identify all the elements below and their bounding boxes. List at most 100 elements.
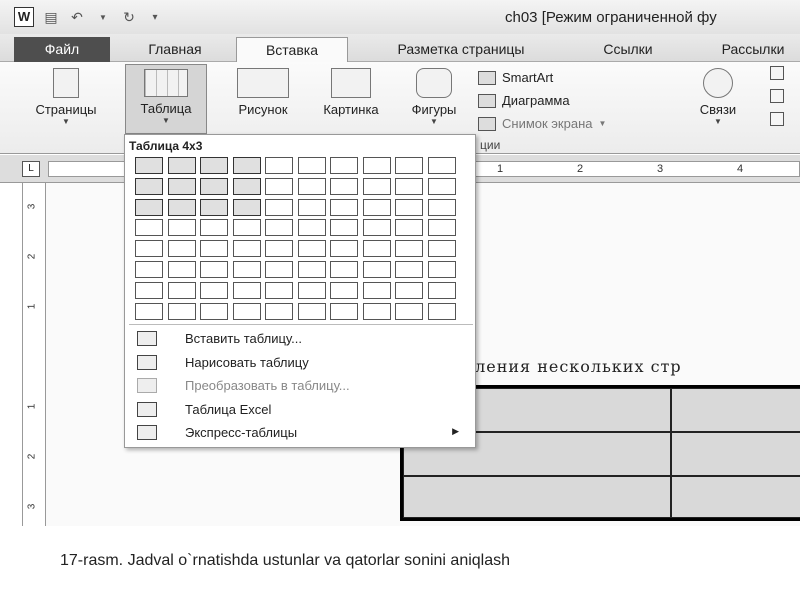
header-icon[interactable]	[770, 66, 784, 80]
tab-mailings[interactable]: Рассылки	[706, 37, 800, 62]
table-cell[interactable]	[671, 432, 800, 476]
grid-cell[interactable]	[232, 240, 261, 258]
grid-cell[interactable]	[135, 281, 163, 299]
grid-cell[interactable]	[265, 177, 293, 195]
grid-cell[interactable]	[395, 157, 423, 174]
grid-cell[interactable]	[330, 240, 358, 258]
grid-cell[interactable]	[362, 219, 391, 237]
grid-cell[interactable]	[200, 281, 228, 299]
grid-cell[interactable]	[265, 198, 293, 216]
grid-cell[interactable]	[265, 219, 293, 237]
customize-toolbar-icon[interactable]: ▾	[146, 8, 164, 26]
grid-cell[interactable]	[395, 261, 423, 278]
grid-cell[interactable]	[362, 261, 391, 278]
grid-cell[interactable]	[297, 281, 326, 299]
grid-cell[interactable]	[297, 240, 326, 258]
vertical-ruler[interactable]: 3 2 1 1 2 3	[22, 183, 46, 526]
grid-cell[interactable]	[362, 198, 391, 216]
grid-cell[interactable]	[265, 240, 293, 258]
draw-table-item[interactable]: Нарисовать таблицу	[125, 351, 475, 375]
pages-button[interactable]: Страницы ▼	[18, 68, 114, 126]
grid-cell[interactable]	[395, 177, 423, 195]
save-icon[interactable]: ▤	[42, 8, 60, 26]
grid-cell[interactable]	[167, 198, 196, 216]
grid-cell[interactable]	[265, 261, 293, 278]
picture-button[interactable]: Рисунок	[224, 68, 302, 117]
grid-cell[interactable]	[362, 281, 391, 299]
grid-cell[interactable]	[167, 177, 196, 195]
grid-cell[interactable]	[135, 219, 163, 237]
tab-home[interactable]: Главная	[138, 37, 212, 62]
grid-cell[interactable]	[200, 261, 228, 278]
grid-cell[interactable]	[395, 281, 423, 299]
convert-to-table-item[interactable]: Преобразовать в таблицу...	[125, 374, 475, 398]
grid-cell[interactable]	[330, 198, 358, 216]
grid-cell[interactable]	[395, 302, 423, 320]
grid-cell[interactable]	[232, 198, 261, 216]
grid-cell[interactable]	[362, 177, 391, 195]
grid-cell[interactable]	[362, 157, 391, 174]
grid-cell[interactable]	[362, 302, 391, 320]
grid-cell[interactable]	[200, 240, 228, 258]
grid-cell[interactable]	[135, 177, 163, 195]
grid-cell[interactable]	[330, 177, 358, 195]
grid-cell[interactable]	[297, 302, 326, 320]
table-cell[interactable]	[403, 476, 671, 518]
grid-cell[interactable]	[265, 302, 293, 320]
grid-cell[interactable]	[232, 261, 261, 278]
table-cell[interactable]	[671, 476, 800, 518]
undo-dropdown-icon[interactable]: ▼	[94, 8, 112, 26]
grid-cell[interactable]	[265, 281, 293, 299]
grid-cell[interactable]	[427, 219, 456, 237]
grid-cell[interactable]	[395, 219, 423, 237]
tab-page-layout[interactable]: Разметка страницы	[372, 37, 550, 62]
shapes-button[interactable]: Фигуры ▼	[398, 68, 470, 126]
grid-cell[interactable]	[232, 219, 261, 237]
page-number-icon[interactable]	[770, 112, 784, 126]
table-button[interactable]: Таблица ▼	[125, 64, 207, 134]
grid-cell[interactable]	[200, 198, 228, 216]
grid-cell[interactable]	[200, 177, 228, 195]
grid-cell[interactable]	[427, 281, 456, 299]
clipart-button[interactable]: Картинка	[308, 68, 394, 117]
grid-cell[interactable]	[167, 240, 196, 258]
chart-button[interactable]: Диаграмма	[478, 89, 606, 112]
grid-cell[interactable]	[427, 177, 456, 195]
grid-cell[interactable]	[200, 302, 228, 320]
grid-cell[interactable]	[395, 198, 423, 216]
grid-cell[interactable]	[362, 240, 391, 258]
tab-stop-selector[interactable]: L	[22, 161, 40, 177]
links-button[interactable]: Связи ▼	[690, 68, 746, 126]
excel-table-item[interactable]: Таблица Excel	[125, 398, 475, 422]
word-app-icon[interactable]: W	[14, 7, 34, 27]
grid-cell[interactable]	[167, 302, 196, 320]
grid-cell[interactable]	[330, 157, 358, 174]
grid-cell[interactable]	[427, 198, 456, 216]
tab-insert[interactable]: Вставка	[236, 37, 348, 64]
grid-cell[interactable]	[135, 240, 163, 258]
grid-cell[interactable]	[427, 261, 456, 278]
tab-file[interactable]: Файл	[14, 37, 110, 62]
grid-cell[interactable]	[330, 261, 358, 278]
grid-cell[interactable]	[167, 157, 196, 174]
grid-cell[interactable]	[427, 302, 456, 320]
tab-references[interactable]: Ссылки	[592, 37, 664, 62]
smartart-button[interactable]: SmartArt	[478, 66, 606, 89]
grid-cell[interactable]	[265, 157, 293, 174]
grid-cell[interactable]	[297, 261, 326, 278]
undo-icon[interactable]: ↶	[68, 8, 86, 26]
grid-cell[interactable]	[330, 219, 358, 237]
screenshot-button[interactable]: Снимок экрана ▼	[478, 112, 606, 135]
grid-cell[interactable]	[330, 281, 358, 299]
grid-cell[interactable]	[395, 240, 423, 258]
table-cell[interactable]	[671, 388, 800, 432]
grid-cell[interactable]	[167, 261, 196, 278]
grid-cell[interactable]	[297, 177, 326, 195]
grid-cell[interactable]	[232, 281, 261, 299]
grid-cell[interactable]	[232, 177, 261, 195]
grid-cell[interactable]	[135, 261, 163, 278]
grid-cell[interactable]	[297, 219, 326, 237]
grid-cell[interactable]	[135, 302, 163, 320]
quick-tables-item[interactable]: Экспресс-таблицы ▶	[125, 421, 475, 445]
grid-cell[interactable]	[330, 302, 358, 320]
